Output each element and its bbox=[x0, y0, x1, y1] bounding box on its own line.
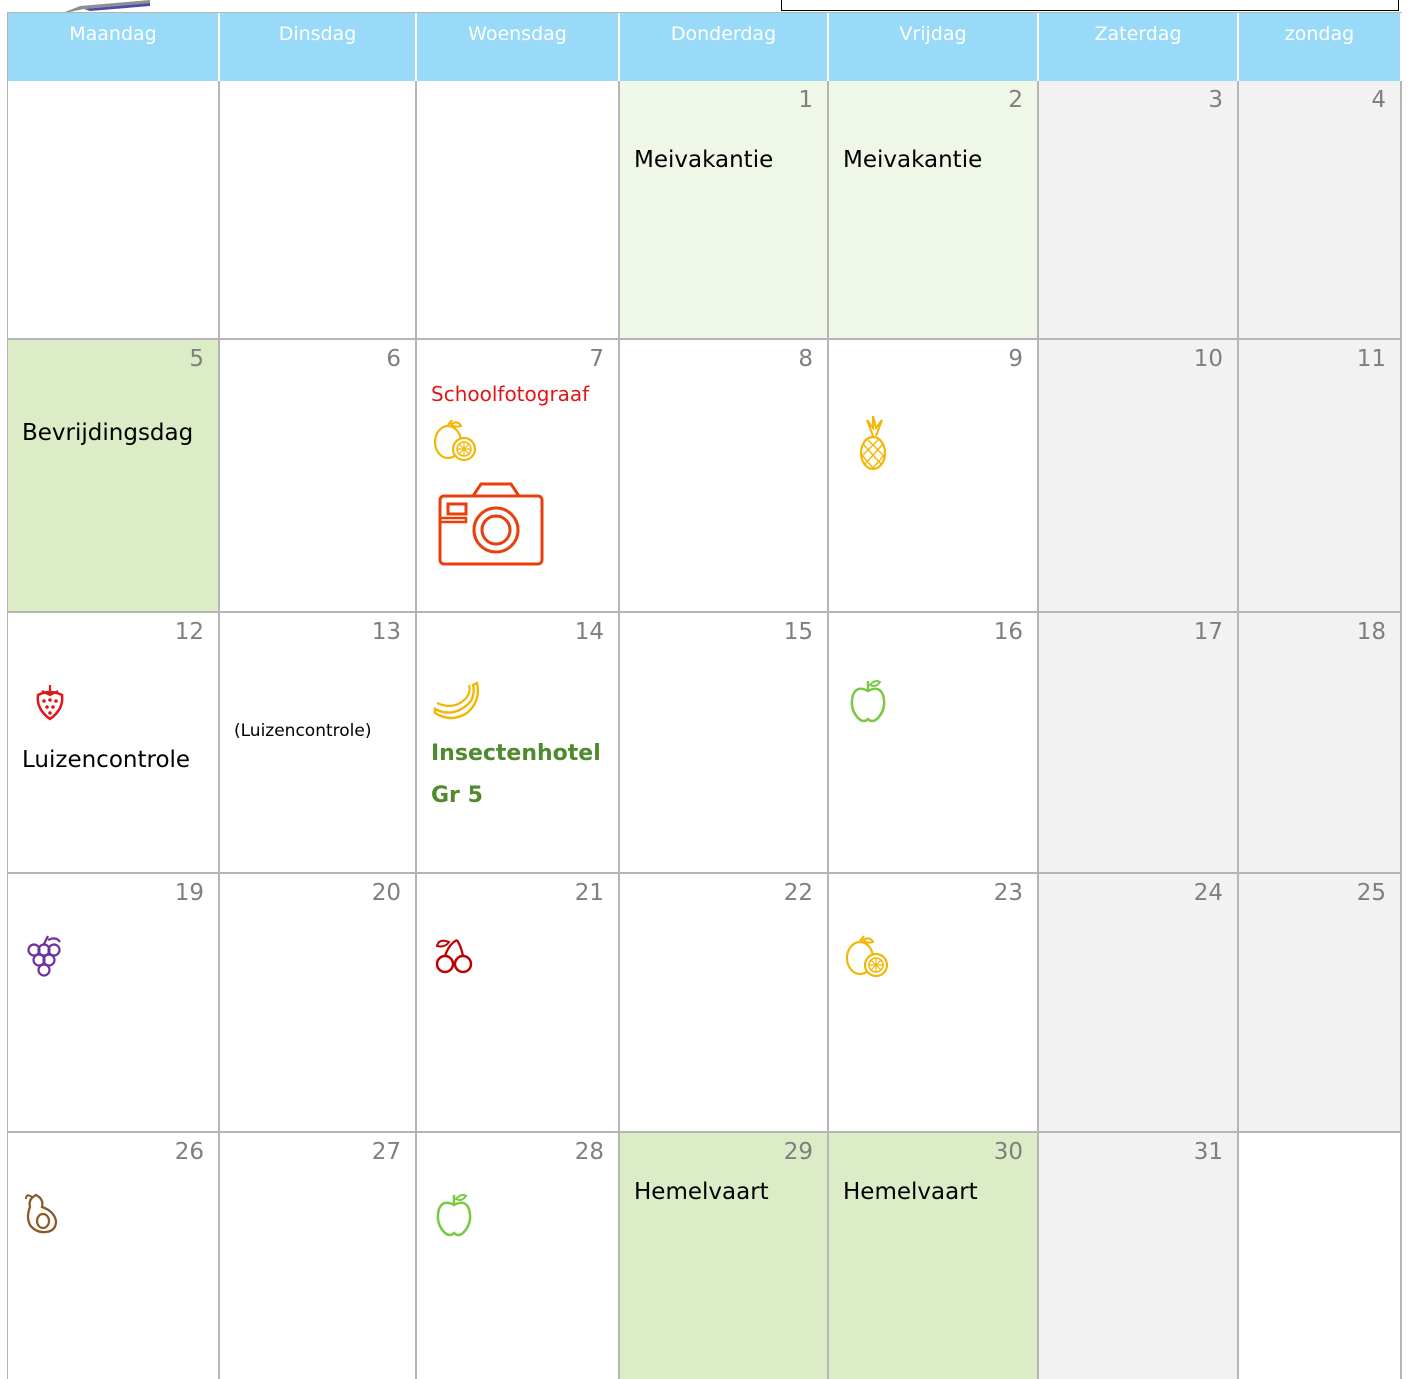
avocado-icon bbox=[22, 1191, 62, 1235]
pineapple-icon bbox=[857, 416, 889, 472]
day-number: 31 bbox=[1193, 1139, 1223, 1165]
day-number: 21 bbox=[574, 880, 604, 906]
day-cell-13[interactable]: 13 (Luizencontrole) bbox=[220, 613, 417, 874]
day-number: 13 bbox=[371, 619, 401, 645]
day-number: 22 bbox=[783, 880, 813, 906]
cherry-icon bbox=[433, 936, 477, 976]
day-number: 18 bbox=[1356, 619, 1386, 645]
day-cell-7[interactable]: 7 Schoolfotograaf bbox=[417, 340, 620, 613]
event-label: Meivakantie bbox=[843, 147, 983, 173]
day-number: 28 bbox=[574, 1139, 604, 1165]
event-label: Hemelvaart bbox=[634, 1179, 769, 1205]
day-cell-empty bbox=[220, 81, 417, 340]
lemon-icon bbox=[431, 418, 481, 464]
day-number: 12 bbox=[174, 619, 204, 645]
title-box-edge bbox=[781, 0, 1399, 11]
day-cell-12[interactable]: 12 Luizencontrole bbox=[8, 613, 220, 874]
event-label-small: (Luizencontrole) bbox=[234, 721, 372, 741]
day-cell-23[interactable]: 23 bbox=[829, 874, 1039, 1133]
day-cell-9[interactable]: 9 bbox=[829, 340, 1039, 613]
day-number: 6 bbox=[386, 346, 401, 372]
day-cell-11[interactable]: 11 bbox=[1239, 340, 1402, 613]
event-label: Luizencontrole bbox=[22, 747, 191, 773]
day-number: 26 bbox=[174, 1139, 204, 1165]
weekday-header-wednesday: Woensdag bbox=[417, 13, 620, 81]
day-number: 30 bbox=[993, 1139, 1023, 1165]
day-cell-16[interactable]: 16 bbox=[829, 613, 1039, 874]
weekday-header-friday: Vrijdag bbox=[829, 13, 1039, 81]
day-cell-3[interactable]: 3 bbox=[1039, 81, 1239, 340]
strawberry-icon bbox=[32, 683, 68, 721]
day-number: 16 bbox=[993, 619, 1023, 645]
day-cell-22[interactable]: 22 bbox=[620, 874, 829, 1133]
day-number: 11 bbox=[1356, 346, 1386, 372]
day-number: 25 bbox=[1356, 880, 1386, 906]
day-number: 15 bbox=[783, 619, 813, 645]
event-label-green: Insectenhotel bbox=[431, 741, 601, 766]
day-cell-6[interactable]: 6 bbox=[220, 340, 417, 613]
grapes-icon bbox=[24, 934, 64, 982]
day-cell-14[interactable]: 14 Insectenhotel Gr 5 bbox=[417, 613, 620, 874]
day-number: 14 bbox=[574, 619, 604, 645]
day-number: 17 bbox=[1193, 619, 1223, 645]
day-cell-25[interactable]: 25 bbox=[1239, 874, 1402, 1133]
day-cell-26[interactable]: 26 bbox=[8, 1133, 220, 1379]
day-number: 5 bbox=[189, 346, 204, 372]
day-cell-4[interactable]: 4 bbox=[1239, 81, 1402, 340]
day-cell-1[interactable]: 1 Meivakantie bbox=[620, 81, 829, 340]
day-number: 29 bbox=[783, 1139, 813, 1165]
day-number: 19 bbox=[174, 880, 204, 906]
day-cell-empty bbox=[417, 81, 620, 340]
day-cell-20[interactable]: 20 bbox=[220, 874, 417, 1133]
weekday-header-sunday: zondag bbox=[1239, 13, 1402, 81]
event-label: Hemelvaart bbox=[843, 1179, 978, 1205]
day-cell-31[interactable]: 31 bbox=[1039, 1133, 1239, 1379]
banana-icon bbox=[431, 679, 481, 721]
day-cell-18[interactable]: 18 bbox=[1239, 613, 1402, 874]
day-cell-empty bbox=[8, 81, 220, 340]
day-cell-8[interactable]: 8 bbox=[620, 340, 829, 613]
event-label-green: Gr 5 bbox=[431, 783, 483, 808]
day-cell-21[interactable]: 21 bbox=[417, 874, 620, 1133]
day-number: 24 bbox=[1193, 880, 1223, 906]
day-cell-30[interactable]: 30 Hemelvaart bbox=[829, 1133, 1039, 1379]
weekday-header-saturday: Zaterdag bbox=[1039, 13, 1239, 81]
day-number: 8 bbox=[798, 346, 813, 372]
day-cell-2[interactable]: 2 Meivakantie bbox=[829, 81, 1039, 340]
day-cell-10[interactable]: 10 bbox=[1039, 340, 1239, 613]
day-cell-17[interactable]: 17 bbox=[1039, 613, 1239, 874]
day-number: 27 bbox=[371, 1139, 401, 1165]
apple-icon bbox=[849, 679, 887, 723]
day-number: 23 bbox=[993, 880, 1023, 906]
camera-icon bbox=[437, 480, 545, 568]
day-cell-28[interactable]: 28 bbox=[417, 1133, 620, 1379]
day-cell-29[interactable]: 29 Hemelvaart bbox=[620, 1133, 829, 1379]
day-number: 20 bbox=[371, 880, 401, 906]
day-cell-5[interactable]: 5 Bevrijdingsdag bbox=[8, 340, 220, 613]
day-cell-19[interactable]: 19 bbox=[8, 874, 220, 1133]
weekday-header-thursday: Donderdag bbox=[620, 13, 829, 81]
event-label: Bevrijdingsdag bbox=[22, 420, 194, 446]
lemon-icon bbox=[843, 934, 893, 980]
calendar-grid: Maandag Dinsdag Woensdag Donderdag Vrijd… bbox=[7, 12, 1402, 1379]
day-cell-24[interactable]: 24 bbox=[1039, 874, 1239, 1133]
event-label-red: Schoolfotograaf bbox=[431, 382, 590, 406]
day-number: 9 bbox=[1008, 346, 1023, 372]
day-number: 1 bbox=[798, 87, 813, 113]
day-number: 4 bbox=[1371, 87, 1386, 113]
day-cell-15[interactable]: 15 bbox=[620, 613, 829, 874]
apple-icon bbox=[435, 1193, 473, 1237]
day-number: 7 bbox=[589, 346, 604, 372]
event-label: Meivakantie bbox=[634, 147, 774, 173]
day-cell-empty bbox=[1239, 1133, 1402, 1379]
weekday-header-tuesday: Dinsdag bbox=[220, 13, 417, 81]
day-number: 10 bbox=[1193, 346, 1223, 372]
day-cell-27[interactable]: 27 bbox=[220, 1133, 417, 1379]
weekday-header-monday: Maandag bbox=[8, 13, 220, 81]
day-number: 2 bbox=[1008, 87, 1023, 113]
day-number: 3 bbox=[1208, 87, 1223, 113]
